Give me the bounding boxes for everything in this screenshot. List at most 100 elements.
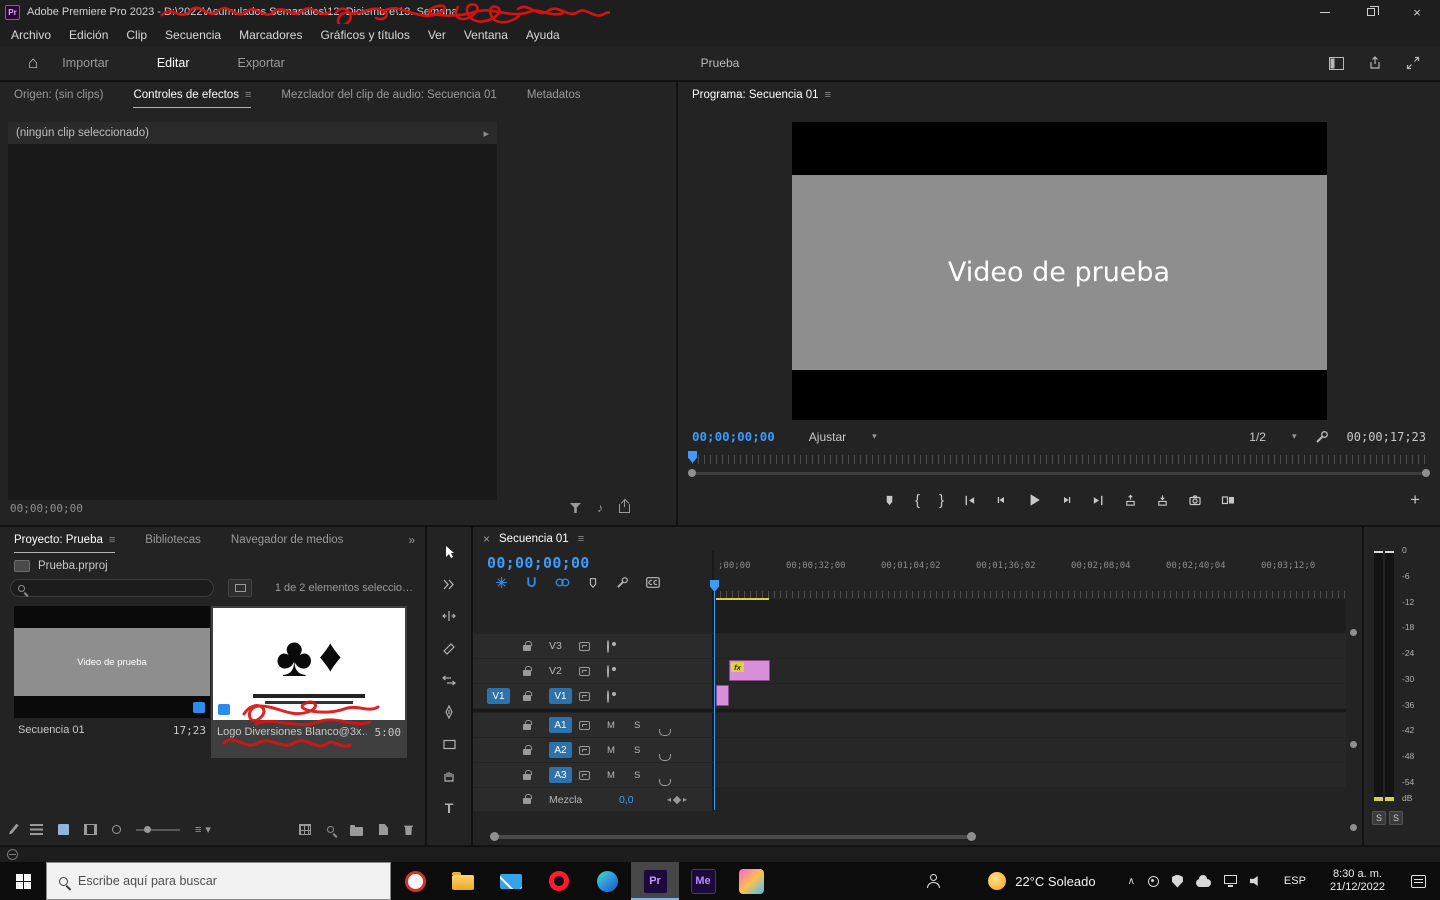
sync-lock-icon[interactable] <box>579 692 590 701</box>
menu-edicion[interactable]: Edición <box>60 28 117 42</box>
lock-icon[interactable] <box>523 774 531 780</box>
comparison-view-button[interactable] <box>1221 493 1235 507</box>
video-clip-v2[interactable]: fx <box>729 660 770 681</box>
home-icon[interactable]: ⌂ <box>28 53 38 73</box>
panel-menu-icon[interactable]: ≡ <box>825 89 831 101</box>
workspace-tab-exportar[interactable]: Exportar <box>213 46 308 80</box>
sync-lock-icon[interactable] <box>579 642 590 651</box>
mix-volume-value[interactable]: 0,0 <box>619 794 667 806</box>
panel-menu-icon[interactable]: ≡ <box>109 534 115 546</box>
source-patch-v1[interactable]: V1 <box>487 688 510 704</box>
new-item-button[interactable] <box>379 824 388 835</box>
hscroll-right-handle[interactable] <box>967 832 976 841</box>
project-file-row[interactable]: Prueba.prproj <box>0 553 425 572</box>
track-select-forward-tool[interactable] <box>439 575 459 592</box>
tab-metadatos[interactable]: Metadatos <box>527 82 581 108</box>
tab-mezclador-clip-audio[interactable]: Mezclador del clip de audio: Secuencia 0… <box>281 82 496 108</box>
workspace-tab-editar[interactable]: Editar <box>133 46 214 80</box>
fullscreen-icon[interactable] <box>1406 56 1420 70</box>
sync-lock-icon[interactable] <box>579 771 590 780</box>
track-v2-lane[interactable]: fx <box>712 659 1346 683</box>
track-a2-lane[interactable] <box>712 738 1346 762</box>
meter-solo-left-button[interactable]: S <box>1372 811 1386 825</box>
timeline-timecode[interactable]: 00;00;00;00 <box>473 551 712 572</box>
play-audio-icon[interactable]: ♪ <box>597 501 603 515</box>
thumbnail-control-button[interactable] <box>228 579 252 597</box>
button-editor-plus-icon[interactable]: + <box>1410 490 1420 510</box>
hand-tool[interactable] <box>439 767 459 784</box>
sync-lock-icon[interactable] <box>579 746 590 755</box>
menu-ayuda[interactable]: Ayuda <box>517 28 569 42</box>
mark-in-button[interactable]: { <box>915 493 920 508</box>
tab-proyecto[interactable]: Proyecto: Prueba≡ <box>14 527 115 553</box>
thumbnail-zoom-slider[interactable] <box>136 829 180 831</box>
scrollbar-right-handle[interactable] <box>1422 469 1430 477</box>
track-visibility-icon[interactable] <box>607 640 609 653</box>
show-hidden-icons[interactable]: ∧ <box>1128 876 1135 887</box>
pen-tool[interactable] <box>439 703 459 720</box>
tray-network-icon[interactable] <box>1224 875 1237 884</box>
timeline-ruler[interactable]: ;00;00 00;00;32;00 00;01;04;02 00;01;36;… <box>712 551 1346 598</box>
mute-button[interactable]: M <box>607 720 634 731</box>
video-clip-v1[interactable] <box>716 685 729 706</box>
fit-dropdown[interactable]: Ajustar▾ <box>809 430 877 444</box>
project-search-box[interactable] <box>10 579 214 597</box>
linked-selection-icon[interactable] <box>555 577 570 588</box>
meter-solo-right-button[interactable]: S <box>1389 811 1403 825</box>
add-marker-button[interactable] <box>883 494 896 507</box>
zoom-out-icon[interactable] <box>112 825 121 834</box>
quick-export-icon[interactable] <box>1368 56 1382 70</box>
export-frame-icon[interactable] <box>619 504 630 513</box>
sync-lock-icon[interactable] <box>579 721 590 730</box>
project-search-input[interactable] <box>31 582 191 594</box>
track-target-v1[interactable]: V1 <box>549 688 572 704</box>
logo-thumbnail[interactable]: ♣ ♦ <box>213 608 405 720</box>
slip-tool[interactable] <box>439 671 459 688</box>
track-target-v2[interactable]: V2 <box>549 665 562 677</box>
lock-icon[interactable] <box>523 645 531 651</box>
sync-lock-icon[interactable] <box>579 667 590 676</box>
tray-record-icon[interactable] <box>1148 876 1159 887</box>
taskbar-media-encoder[interactable]: Me <box>679 862 727 900</box>
menu-ver[interactable]: Ver <box>419 28 455 42</box>
track-visibility-icon[interactable] <box>607 665 609 678</box>
item-name[interactable]: Secuencia 01 <box>18 724 85 737</box>
project-item-secuencia[interactable]: Video de prueba Secuencia 01 17;23 <box>14 606 210 737</box>
lock-icon[interactable] <box>523 670 531 676</box>
timeline-horizontal-scrollbar[interactable] <box>473 831 1346 843</box>
step-forward-button[interactable] <box>1061 494 1073 506</box>
menu-marcadores[interactable]: Marcadores <box>230 28 311 42</box>
panel-menu-icon[interactable]: ≡ <box>245 89 251 101</box>
rectangle-tool[interactable] <box>439 735 459 752</box>
menu-ventana[interactable]: Ventana <box>455 28 517 42</box>
icon-view-button[interactable] <box>58 824 69 835</box>
taskbar-app-red-circle[interactable] <box>391 862 439 900</box>
track-target-a1[interactable]: A1 <box>549 717 572 733</box>
lock-icon[interactable] <box>523 724 531 730</box>
taskbar-clock[interactable]: 8:30 a. m. 21/12/2022 <box>1318 868 1397 894</box>
go-to-in-button[interactable] <box>963 494 976 507</box>
close-tab-icon[interactable]: × <box>483 532 490 546</box>
menu-graficos[interactable]: Gráficos y títulos <box>311 28 418 42</box>
go-to-out-button[interactable] <box>1092 494 1105 507</box>
track-target-a3[interactable]: A3 <box>549 767 572 783</box>
list-view-button[interactable] <box>30 824 43 835</box>
chevron-right-icon[interactable]: ▸ <box>483 127 489 140</box>
track-v3-lane[interactable] <box>712 634 1346 658</box>
sort-button[interactable]: ≡▾ <box>195 823 211 836</box>
language-indicator[interactable]: ESP <box>1272 875 1318 887</box>
timeline-vertical-scrollbar[interactable] <box>1348 575 1360 829</box>
taskbar-file-explorer[interactable] <box>439 862 487 900</box>
app-status-icon[interactable] <box>7 849 18 860</box>
taskbar-edge[interactable] <box>583 862 631 900</box>
automate-to-sequence-button[interactable] <box>299 824 311 835</box>
tray-volume-icon[interactable] <box>1250 875 1262 887</box>
people-icon[interactable] <box>901 874 966 888</box>
weather-widget[interactable]: 22°C Soleado <box>966 872 1117 890</box>
pencil-icon[interactable] <box>8 824 19 836</box>
track-a1-lane[interactable] <box>712 713 1346 737</box>
workspace-tab-importar[interactable]: Importar <box>38 46 133 80</box>
close-button[interactable]: × <box>1394 0 1440 24</box>
playback-resolution-dropdown[interactable]: 1/2▾ <box>1249 430 1296 444</box>
workspaces-panel-icon[interactable] <box>1329 57 1344 70</box>
